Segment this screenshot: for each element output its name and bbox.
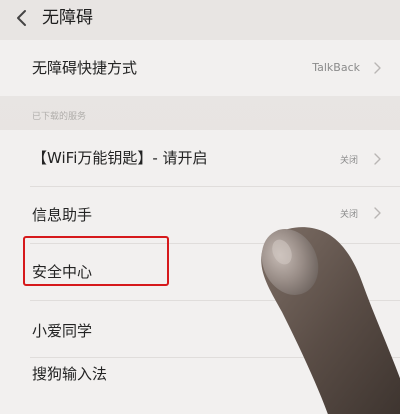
- shortcut-label: 无障碍快捷方式: [32, 59, 138, 77]
- list-item-sogou-input[interactable]: 搜狗输入法 关闭: [0, 358, 400, 414]
- page-title: 无障碍: [42, 8, 93, 28]
- list-item-label: 小爱同学: [32, 322, 93, 340]
- shortcut-row[interactable]: 无障碍快捷方式 TalkBack: [0, 40, 400, 96]
- header-bar: 无障碍: [0, 0, 400, 40]
- list-item-status: 关闭: [339, 369, 358, 379]
- chevron-right-icon: [374, 153, 381, 165]
- highlight-annotation-box: [23, 236, 169, 286]
- downloaded-services-header: 已下载的服务: [32, 112, 87, 122]
- back-icon[interactable]: [14, 8, 30, 28]
- list-item-label: 搜狗输入法: [32, 365, 108, 383]
- list-item-wifi-key[interactable]: 【WiFi万能钥匙】- 请开启 关闭: [0, 130, 400, 186]
- shortcut-card: 无障碍快捷方式 TalkBack: [0, 40, 400, 96]
- chevron-right-icon: [374, 366, 381, 378]
- list-item-label: 【WiFi万能钥匙】- 请开启: [32, 149, 208, 167]
- list-item-status: 关闭: [339, 210, 358, 220]
- chevron-right-icon: [374, 207, 381, 219]
- accessibility-settings-screen: 无障碍 无障碍快捷方式 TalkBack 已下载的服务 【WiFi万能钥匙】- …: [0, 0, 400, 414]
- list-item-status: 关闭: [339, 156, 358, 166]
- list-item-info-assistant[interactable]: 信息助手 关闭: [0, 187, 400, 243]
- list-item-xiaoai[interactable]: 小爱同学: [0, 301, 400, 357]
- list-item-label: 信息助手: [32, 206, 93, 224]
- shortcut-value: TalkBack: [312, 61, 360, 74]
- chevron-right-icon: [374, 62, 381, 74]
